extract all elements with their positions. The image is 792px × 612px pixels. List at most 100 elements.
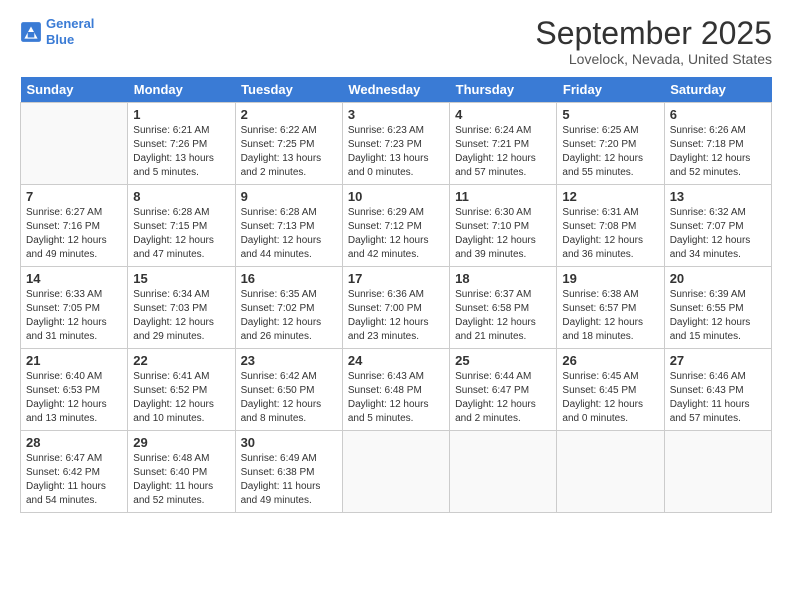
day-info: Sunrise: 6:22 AM Sunset: 7:25 PM Dayligh…: [241, 124, 337, 180]
day-number: 15: [133, 271, 229, 286]
day-number: 18: [455, 271, 551, 286]
day-info: Sunrise: 6:21 AM Sunset: 7:26 PM Dayligh…: [133, 124, 229, 180]
calendar-cell: 6Sunrise: 6:26 AM Sunset: 7:18 PM Daylig…: [664, 103, 771, 185]
page: General Blue September 2025 Lovelock, Ne…: [0, 0, 792, 612]
day-info: Sunrise: 6:45 AM Sunset: 6:45 PM Dayligh…: [562, 370, 658, 426]
calendar-cell: 9Sunrise: 6:28 AM Sunset: 7:13 PM Daylig…: [235, 185, 342, 267]
calendar-cell: [450, 431, 557, 513]
day-number: 3: [348, 107, 444, 122]
day-number: 16: [241, 271, 337, 286]
day-number: 22: [133, 353, 229, 368]
calendar-cell: 2 Sunrise: 6:22 AM Sunset: 7:25 PM Daylig…: [235, 103, 342, 185]
calendar-cell: 21 Sunrise: 6:40 AM Sunset: 6:53 PM Dayli…: [21, 349, 128, 431]
calendar-cell: [342, 431, 449, 513]
day-info: Sunrise: 6:29 AM Sunset: 7:12 PM Dayligh…: [348, 206, 444, 262]
weekday-header: Sunday: [21, 77, 128, 103]
calendar-cell: 28Sunrise: 6:47 AM Sunset: 6:42 PM Dayli…: [21, 431, 128, 513]
calendar-cell: 20 Sunrise: 6:39 AM Sunset: 6:55 PM Dayli…: [664, 267, 771, 349]
day-number: 7: [26, 189, 122, 204]
day-number: 25: [455, 353, 551, 368]
day-info: Sunrise: 6:44 AM Sunset: 6:47 PM Dayligh…: [455, 370, 551, 426]
day-info: Sunrise: 6:34 AM Sunset: 7:03 PM Dayligh…: [133, 288, 229, 344]
calendar-cell: 13 Sunrise: 6:32 AM Sunset: 7:07 PM Dayli…: [664, 185, 771, 267]
day-number: 14: [26, 271, 122, 286]
day-info: Sunrise: 6:36 AM Sunset: 7:00 PM Dayligh…: [348, 288, 444, 344]
month-title: September 2025: [535, 16, 772, 51]
day-number: 2: [241, 107, 337, 122]
day-number: 5: [562, 107, 658, 122]
day-info: Sunrise: 6:24 AM Sunset: 7:21 PM Dayligh…: [455, 124, 551, 180]
day-number: 4: [455, 107, 551, 122]
day-info: Sunrise: 6:35 AM Sunset: 7:02 PM Dayligh…: [241, 288, 337, 344]
day-info: Sunrise: 6:48 AM Sunset: 6:40 PM Dayligh…: [133, 452, 229, 508]
calendar-cell: 17 Sunrise: 6:36 AM Sunset: 7:00 PM Dayli…: [342, 267, 449, 349]
header: General Blue September 2025 Lovelock, Ne…: [20, 16, 772, 67]
calendar-week-row: 14 Sunrise: 6:33 AM Sunset: 7:05 PM Dayli…: [21, 267, 772, 349]
calendar-cell: 8 Sunrise: 6:28 AM Sunset: 7:15 PM Daylig…: [128, 185, 235, 267]
calendar-cell: 29Sunrise: 6:48 AM Sunset: 6:40 PM Dayli…: [128, 431, 235, 513]
day-info: Sunrise: 6:28 AM Sunset: 7:15 PM Dayligh…: [133, 206, 229, 262]
calendar-cell: [21, 103, 128, 185]
day-number: 11: [455, 189, 551, 204]
calendar-cell: 11Sunrise: 6:30 AM Sunset: 7:10 PM Dayli…: [450, 185, 557, 267]
weekday-header: Saturday: [664, 77, 771, 103]
weekday-header: Monday: [128, 77, 235, 103]
day-number: 10: [348, 189, 444, 204]
calendar-cell: 10 Sunrise: 6:29 AM Sunset: 7:12 PM Dayli…: [342, 185, 449, 267]
day-number: 20: [670, 271, 766, 286]
calendar-cell: 26 Sunrise: 6:45 AM Sunset: 6:45 PM Dayli…: [557, 349, 664, 431]
logo-line2: Blue: [46, 32, 94, 48]
calendar-cell: [557, 431, 664, 513]
day-number: 8: [133, 189, 229, 204]
day-info: Sunrise: 6:43 AM Sunset: 6:48 PM Dayligh…: [348, 370, 444, 426]
day-info: Sunrise: 6:23 AM Sunset: 7:23 PM Dayligh…: [348, 124, 444, 180]
day-number: 26: [562, 353, 658, 368]
calendar-cell: 3 Sunrise: 6:23 AM Sunset: 7:23 PM Daylig…: [342, 103, 449, 185]
logo: General Blue: [20, 16, 94, 47]
day-info: Sunrise: 6:28 AM Sunset: 7:13 PM Dayligh…: [241, 206, 337, 262]
day-info: Sunrise: 6:25 AM Sunset: 7:20 PM Dayligh…: [562, 124, 658, 180]
day-info: Sunrise: 6:37 AM Sunset: 6:58 PM Dayligh…: [455, 288, 551, 344]
day-number: 27: [670, 353, 766, 368]
weekday-header: Thursday: [450, 77, 557, 103]
calendar-cell: 23 Sunrise: 6:42 AM Sunset: 6:50 PM Dayli…: [235, 349, 342, 431]
weekday-header: Wednesday: [342, 77, 449, 103]
calendar-week-row: 1 Sunrise: 6:21 AM Sunset: 7:26 PM Daylig…: [21, 103, 772, 185]
calendar-cell: 4 Sunrise: 6:24 AM Sunset: 7:21 PM Daylig…: [450, 103, 557, 185]
logo-text: General Blue: [46, 16, 94, 47]
day-number: 24: [348, 353, 444, 368]
location: Lovelock, Nevada, United States: [535, 51, 772, 67]
day-info: Sunrise: 6:38 AM Sunset: 6:57 PM Dayligh…: [562, 288, 658, 344]
day-info: Sunrise: 6:40 AM Sunset: 6:53 PM Dayligh…: [26, 370, 122, 426]
day-info: Sunrise: 6:46 AM Sunset: 6:43 PM Dayligh…: [670, 370, 766, 426]
calendar-cell: 5 Sunrise: 6:25 AM Sunset: 7:20 PM Daylig…: [557, 103, 664, 185]
day-info: Sunrise: 6:39 AM Sunset: 6:55 PM Dayligh…: [670, 288, 766, 344]
day-number: 19: [562, 271, 658, 286]
day-info: Sunrise: 6:33 AM Sunset: 7:05 PM Dayligh…: [26, 288, 122, 344]
weekday-header: Tuesday: [235, 77, 342, 103]
calendar-cell: 7 Sunrise: 6:27 AM Sunset: 7:16 PM Daylig…: [21, 185, 128, 267]
day-number: 13: [670, 189, 766, 204]
calendar-cell: 24 Sunrise: 6:43 AM Sunset: 6:48 PM Dayli…: [342, 349, 449, 431]
day-number: 1: [133, 107, 229, 122]
calendar-cell: 14 Sunrise: 6:33 AM Sunset: 7:05 PM Dayli…: [21, 267, 128, 349]
day-info: Sunrise: 6:42 AM Sunset: 6:50 PM Dayligh…: [241, 370, 337, 426]
calendar-week-row: 21 Sunrise: 6:40 AM Sunset: 6:53 PM Dayli…: [21, 349, 772, 431]
day-info: Sunrise: 6:32 AM Sunset: 7:07 PM Dayligh…: [670, 206, 766, 262]
day-number: 21: [26, 353, 122, 368]
calendar-cell: 22Sunrise: 6:41 AM Sunset: 6:52 PM Dayli…: [128, 349, 235, 431]
calendar-cell: [664, 431, 771, 513]
calendar-cell: 1 Sunrise: 6:21 AM Sunset: 7:26 PM Daylig…: [128, 103, 235, 185]
calendar-cell: 19 Sunrise: 6:38 AM Sunset: 6:57 PM Dayli…: [557, 267, 664, 349]
calendar-cell: 18 Sunrise: 6:37 AM Sunset: 6:58 PM Dayli…: [450, 267, 557, 349]
calendar-cell: 30 Sunrise: 6:49 AM Sunset: 6:38 PM Dayli…: [235, 431, 342, 513]
logo-line1: General: [46, 16, 94, 31]
weekday-header-row: SundayMondayTuesdayWednesdayThursdayFrid…: [21, 77, 772, 103]
calendar-cell: 12Sunrise: 6:31 AM Sunset: 7:08 PM Dayli…: [557, 185, 664, 267]
day-info: Sunrise: 6:49 AM Sunset: 6:38 PM Dayligh…: [241, 452, 337, 508]
day-info: Sunrise: 6:27 AM Sunset: 7:16 PM Dayligh…: [26, 206, 122, 262]
calendar-cell: 16 Sunrise: 6:35 AM Sunset: 7:02 PM Dayli…: [235, 267, 342, 349]
day-number: 23: [241, 353, 337, 368]
day-number: 30: [241, 435, 337, 450]
day-number: 17: [348, 271, 444, 286]
